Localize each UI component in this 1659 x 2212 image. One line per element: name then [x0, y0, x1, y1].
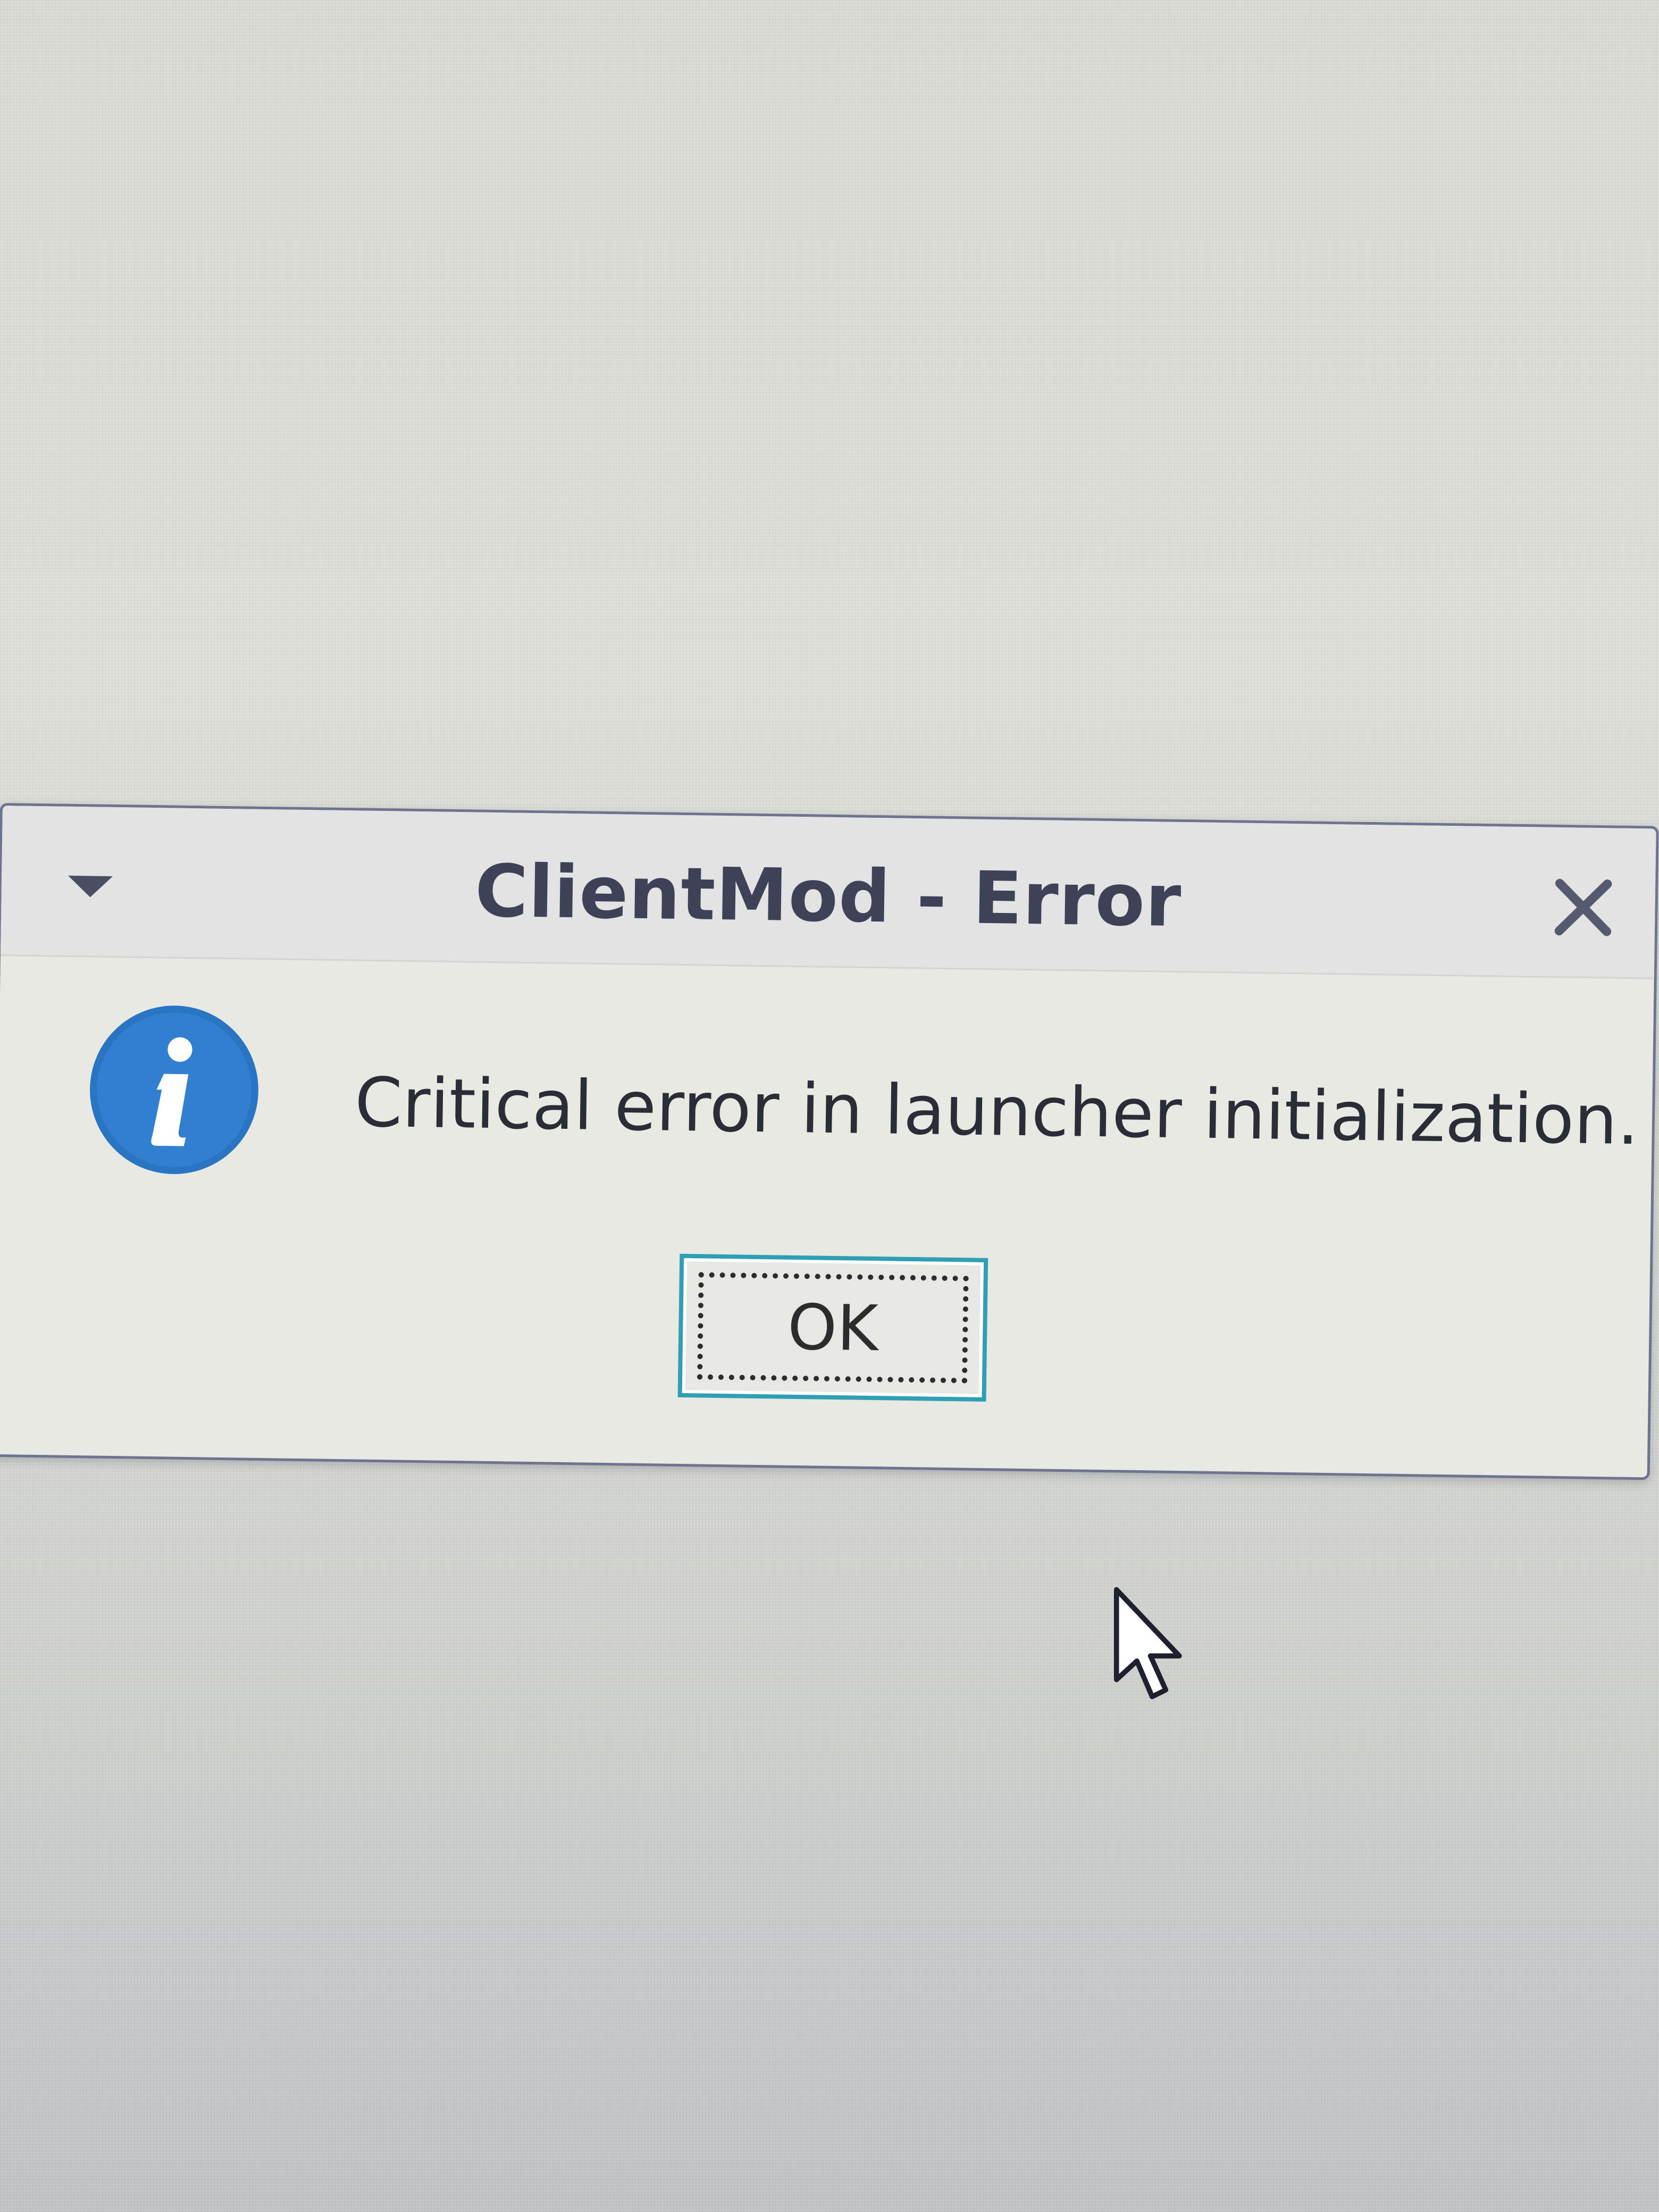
ok-button-label: OK	[787, 1290, 879, 1365]
close-icon[interactable]	[1546, 870, 1621, 945]
dialog-title: ClientMod - Error	[474, 849, 1183, 944]
error-dialog: ClientMod - Error Critical error in laun…	[0, 803, 1659, 1480]
info-icon	[85, 1001, 263, 1179]
error-message: Critical error in launcher initializatio…	[354, 1063, 1640, 1161]
ok-button[interactable]: OK	[677, 1253, 988, 1402]
mouse-pointer-icon	[1111, 1585, 1196, 1707]
dialog-titlebar[interactable]: ClientMod - Error	[0, 806, 1656, 979]
